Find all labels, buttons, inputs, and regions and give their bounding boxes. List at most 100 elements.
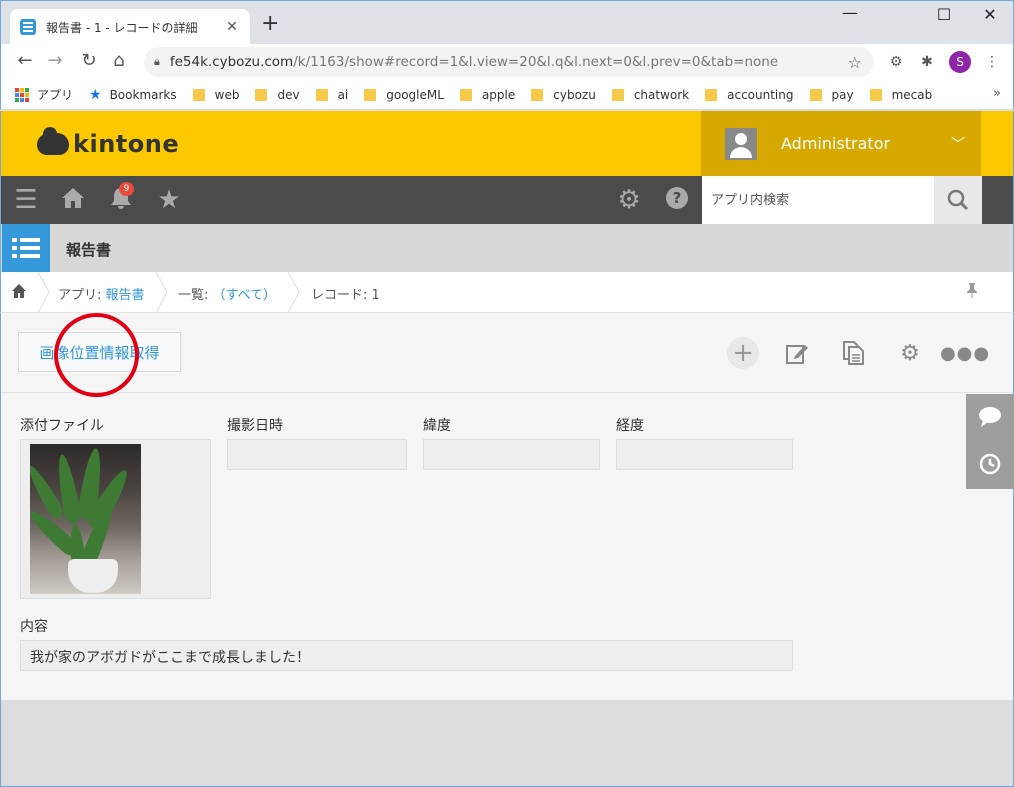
breadcrumb-view-link[interactable]: （すべて）	[213, 288, 277, 303]
profile-avatar[interactable]: S	[949, 51, 971, 73]
bookmark-folder-googleml[interactable]: googleML	[364, 88, 444, 102]
bookmark-label: ai	[337, 87, 349, 102]
hamburger-menu-icon[interactable]: ☰	[10, 185, 42, 215]
duplicate-record-icon[interactable]	[837, 337, 869, 369]
longitude-value	[616, 439, 793, 470]
pin-icon[interactable]	[965, 282, 979, 302]
bookmark-bookmarks[interactable]: ★ Bookmarks	[89, 87, 177, 103]
new-tab-button[interactable]: +	[261, 13, 279, 35]
back-icon[interactable]: ←	[13, 50, 37, 71]
bookmark-label: mecab	[891, 87, 933, 102]
bookmark-label: pay	[831, 87, 854, 102]
attachment-thumbnail[interactable]	[30, 444, 141, 594]
page-bottom-area	[0, 700, 1014, 787]
more-options-icon[interactable]: ●●●	[940, 337, 989, 369]
browser-toolbar: ← → ↻ ⌂ 🔒︎ fe54k.cybozu.com/k/1163/show#…	[0, 44, 1014, 80]
record-detail: 画像位置情報取得 + ⚙ ●●● 添付ファイル 撮影日時 緯度 経度 内容 我が…	[0, 313, 1014, 700]
browser-titlebar: 報告書 - 1 - レコードの詳細 ✕ + — ☐ ✕	[0, 0, 1014, 45]
lock-icon: 🔒︎	[154, 55, 160, 68]
portal-home-icon[interactable]	[57, 185, 89, 218]
bookmark-apps[interactable]: アプリ	[15, 86, 73, 103]
app-header: 報告書	[0, 224, 1014, 272]
bookmark-folder-cybozu[interactable]: cybozu	[531, 88, 596, 102]
breadcrumb-app-link[interactable]: 報告書	[106, 288, 145, 303]
breadcrumb-view-prefix: 一覧:	[178, 288, 213, 303]
bookmark-folder-web[interactable]: web	[192, 88, 239, 102]
minimize-icon[interactable]: —	[827, 3, 873, 22]
help-icon[interactable]: ?	[661, 185, 693, 218]
reload-icon[interactable]: ↻	[77, 50, 101, 71]
attachment-field-label: 添付ファイル	[20, 418, 104, 434]
history-icon[interactable]	[978, 452, 1002, 476]
bookmark-label: Bookmarks	[109, 87, 177, 102]
browser-menu-icon[interactable]: ⋮	[983, 53, 1001, 71]
breadcrumb-home-icon[interactable]	[11, 283, 27, 303]
extensions-puzzle-icon[interactable]: ✱	[918, 53, 936, 71]
breadcrumb-record: レコード: 1	[311, 288, 380, 303]
star-icon: ★	[89, 86, 102, 103]
favorites-star-icon[interactable]: ★	[153, 185, 185, 215]
comment-icon[interactable]	[978, 406, 1002, 430]
content-value: 我が家のアボガドがここまで成長しました！	[20, 640, 793, 671]
bookmark-star-icon[interactable]: ☆	[848, 53, 862, 72]
user-name: Administrator	[781, 134, 891, 153]
url-text[interactable]: fe54k.cybozu.com/k/1163/show#record=1&l.…	[170, 54, 848, 70]
home-icon[interactable]: ⌂	[107, 50, 131, 71]
close-tab-icon[interactable]: ✕	[224, 19, 240, 35]
search-button[interactable]	[934, 176, 982, 224]
breadcrumb-view: 一覧: （すべて）	[178, 284, 276, 303]
bookmark-folder-mecab[interactable]: mecab	[869, 87, 933, 102]
folder-icon	[364, 88, 377, 101]
bookmark-folder-apple[interactable]: apple	[459, 88, 515, 102]
kintone-app-favicon-icon	[20, 19, 36, 35]
bookmark-label: cybozu	[553, 87, 596, 102]
address-bar[interactable]: 🔒︎ fe54k.cybozu.com/k/1163/show#record=1…	[144, 47, 874, 77]
kintone-logo[interactable]: kintone	[37, 127, 180, 158]
shot-datetime-value	[227, 439, 407, 470]
folder-icon	[705, 88, 718, 101]
folder-icon	[459, 88, 472, 101]
bookmark-label: accounting	[727, 87, 794, 102]
search-icon	[947, 189, 969, 211]
browser-tab[interactable]: 報告書 - 1 - レコードの詳細 ✕	[10, 9, 250, 45]
maximize-icon[interactable]: ☐	[921, 5, 967, 24]
more-bookmarks-icon[interactable]: »	[993, 86, 1001, 101]
edit-record-icon[interactable]	[781, 337, 813, 369]
bookmarks-bar: アプリ ★ Bookmarks web dev ai googleML appl…	[0, 80, 1014, 110]
add-record-icon[interactable]: +	[727, 337, 759, 369]
latitude-value	[423, 439, 600, 470]
photo-pot	[68, 559, 118, 593]
folder-icon	[192, 88, 205, 101]
bookmark-folder-dev[interactable]: dev	[255, 88, 300, 102]
breadcrumb-app-prefix: アプリ:	[58, 288, 106, 303]
breadcrumb-separator	[155, 272, 168, 313]
bookmark-folder-pay[interactable]: pay	[809, 87, 854, 102]
extension-gear-icon[interactable]: ⚙	[887, 53, 905, 71]
logo-text: kintone	[73, 130, 180, 158]
app-title[interactable]: 報告書	[66, 239, 111, 260]
record-settings-gear-icon[interactable]: ⚙	[894, 337, 926, 369]
folder-icon	[531, 88, 544, 101]
app-list-icon	[2, 224, 50, 272]
bookmark-folder-ai[interactable]: ai	[315, 87, 349, 102]
shot-datetime-field-label: 撮影日時	[227, 418, 283, 434]
forward-icon[interactable]: →	[43, 50, 67, 71]
folder-icon	[611, 88, 624, 101]
bookmark-label: googleML	[386, 87, 444, 102]
apps-grid-icon	[15, 87, 29, 102]
user-menu[interactable]: Administrator ﹀	[701, 111, 981, 176]
app-search-input[interactable]	[702, 176, 934, 224]
breadcrumb-app: アプリ: 報告書	[58, 284, 145, 303]
kintone-header: kintone Administrator ﹀	[0, 111, 1014, 176]
bookmark-folder-accounting[interactable]: accounting	[705, 87, 794, 102]
global-nav: ☰ 9 ★ ⚙ ?	[0, 176, 1014, 224]
bookmark-folder-chatwork[interactable]: chatwork	[611, 87, 690, 102]
side-tools-panel	[966, 394, 1014, 489]
record-toolbar: 画像位置情報取得 + ⚙ ●●●	[1, 313, 1013, 397]
longitude-field-label: 経度	[616, 418, 644, 434]
chevron-down-icon: ﹀	[951, 136, 965, 153]
window-close-icon[interactable]: ✕	[967, 5, 1013, 24]
bookmark-label: chatwork	[633, 87, 690, 102]
user-avatar-icon	[725, 127, 757, 160]
settings-gear-icon[interactable]: ⚙	[613, 185, 645, 215]
